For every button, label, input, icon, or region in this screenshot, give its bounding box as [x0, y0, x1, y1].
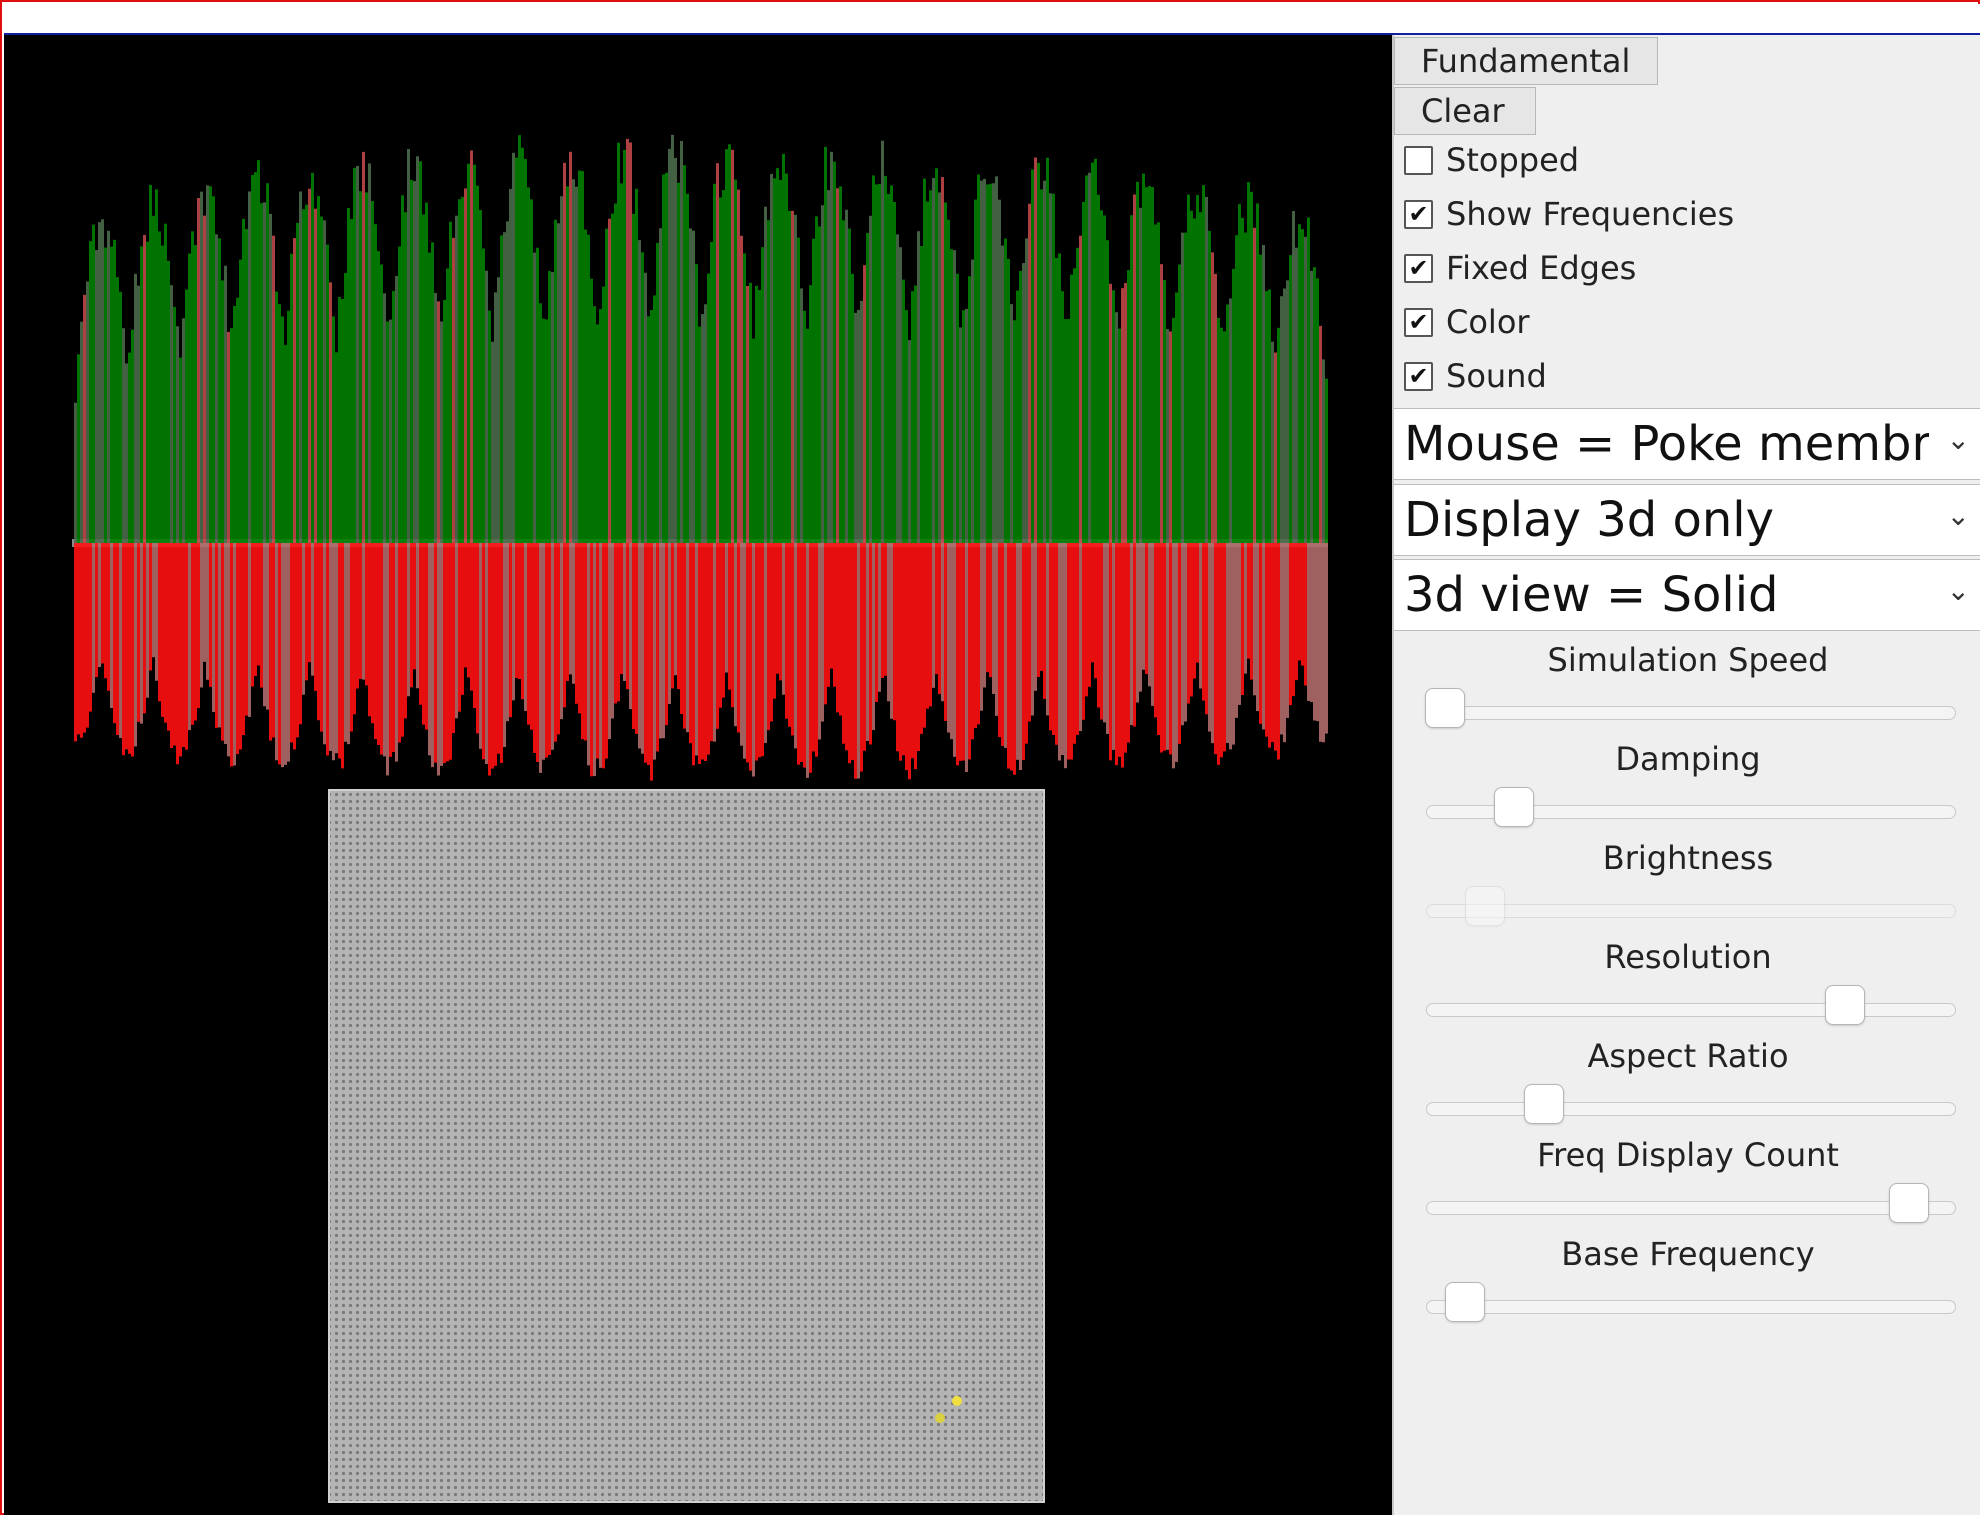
aspect-ratio-slider[interactable]: [1426, 1084, 1956, 1124]
probe-point: [935, 1413, 945, 1423]
resolution-slider[interactable]: [1426, 985, 1956, 1025]
checkbox-box[interactable]: ✔: [1404, 199, 1433, 229]
simulation-speed-label: Simulation Speed: [1547, 641, 1829, 679]
fundamental-button[interactable]: Fundamental: [1394, 37, 1658, 85]
display-mode-select[interactable]: Display 3d only ⌄: [1394, 484, 1980, 556]
show-frequencies-checkbox[interactable]: ✔ Show Frequencies: [1404, 190, 1734, 238]
aspect-ratio-label: Aspect Ratio: [1587, 1037, 1789, 1075]
base-frequency-slider[interactable]: [1426, 1282, 1956, 1322]
title-bar: [4, 4, 1980, 35]
slider-thumb[interactable]: [1523, 1084, 1564, 1124]
slider-thumb[interactable]: [1825, 985, 1866, 1025]
membrane-view[interactable]: [4, 35, 1392, 1515]
checkbox-box[interactable]: ✔: [1404, 361, 1433, 391]
slider-thumb[interactable]: [1889, 1183, 1930, 1223]
simulation-canvas[interactable]: [4, 35, 1392, 1515]
color-checkbox[interactable]: ✔ Color: [1404, 298, 1530, 346]
checkbox-label: Sound: [1446, 357, 1547, 395]
checkbox-label: Color: [1446, 303, 1530, 341]
chevron-down-icon: ⌄: [1946, 423, 1970, 456]
damping-label: Damping: [1615, 740, 1761, 778]
check-icon: ✔: [1408, 254, 1429, 282]
probe-point: [952, 1396, 962, 1406]
stopped-checkbox[interactable]: Stopped: [1404, 136, 1579, 184]
chevron-down-icon: ⌄: [1946, 574, 1970, 607]
checkbox-label: Stopped: [1446, 141, 1580, 179]
checkbox-box[interactable]: [1404, 145, 1433, 175]
slider-thumb[interactable]: [1425, 688, 1465, 728]
mouse-mode-select[interactable]: Mouse = Poke membrane ⌄: [1394, 408, 1980, 480]
freq-display-count-label: Freq Display Count: [1537, 1136, 1839, 1174]
slider-thumb: [1464, 886, 1505, 926]
brightness-slider: [1426, 886, 1956, 926]
clear-button[interactable]: Clear: [1394, 87, 1536, 135]
damping-slider[interactable]: [1426, 787, 1956, 827]
brightness-label: Brightness: [1602, 839, 1774, 877]
base-frequency-label: Base Frequency: [1561, 1235, 1815, 1273]
membrane-grid[interactable]: [328, 789, 1045, 1503]
resolution-label: Resolution: [1604, 938, 1772, 976]
chevron-down-icon: ⌄: [1946, 499, 1970, 532]
freq-display-count-slider[interactable]: [1426, 1183, 1956, 1223]
view-mode-select[interactable]: 3d view = Solid ⌄: [1394, 559, 1980, 631]
sound-checkbox[interactable]: ✔ Sound: [1404, 352, 1547, 400]
app-window: Fundamental Clear Stopped ✔ Show Frequen…: [0, 0, 1980, 1515]
check-icon: ✔: [1408, 200, 1429, 228]
slider-thumb[interactable]: [1494, 787, 1535, 827]
select-value: 3d view = Solid: [1404, 567, 1779, 623]
check-icon: ✔: [1408, 308, 1429, 336]
checkbox-label: Fixed Edges: [1446, 249, 1637, 287]
checkbox-box[interactable]: ✔: [1404, 253, 1433, 283]
slider-thumb[interactable]: [1444, 1282, 1485, 1322]
fixed-edges-checkbox[interactable]: ✔ Fixed Edges: [1404, 244, 1636, 292]
select-value: Display 3d only: [1404, 492, 1774, 548]
select-value: Mouse = Poke membrane: [1404, 416, 1929, 472]
check-icon: ✔: [1408, 362, 1429, 390]
checkbox-label: Show Frequencies: [1446, 195, 1735, 233]
simulation-speed-slider[interactable]: [1425, 688, 1956, 728]
control-panel: Fundamental Clear Stopped ✔ Show Frequen…: [1392, 35, 1980, 1515]
checkbox-box[interactable]: ✔: [1404, 307, 1433, 337]
